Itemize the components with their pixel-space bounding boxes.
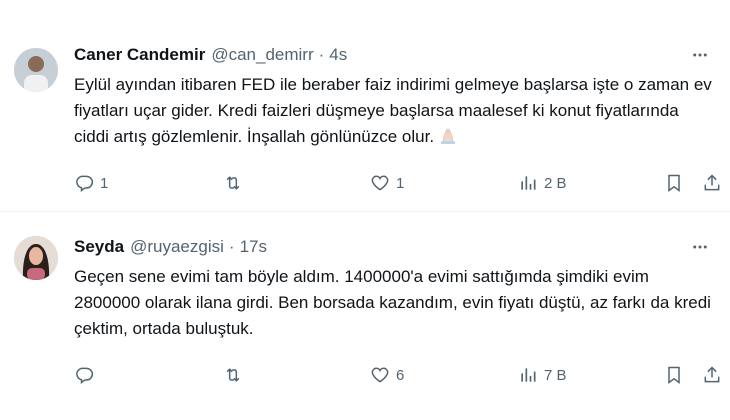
- heart-icon: [371, 367, 389, 383]
- view-count: 2 B: [544, 174, 567, 192]
- avatar-image: [14, 48, 58, 92]
- author-name[interactable]: Seyda: [74, 237, 124, 257]
- timestamp[interactable]: 4s: [329, 45, 347, 65]
- tweet-text: Geçen sene evimi tam böyle aldım. 140000…: [74, 267, 711, 338]
- separator-dot: ·: [318, 45, 325, 64]
- author-handle[interactable]: @ruyaezgisi: [130, 237, 224, 257]
- bookmark-button[interactable]: [664, 364, 684, 386]
- tweet-header: Caner Candemir @can_demirr · 4s: [74, 44, 712, 66]
- views-chart-icon: [521, 368, 536, 382]
- views-button[interactable]: 7 B: [518, 364, 567, 386]
- author-handle[interactable]: @can_demirr: [211, 45, 313, 65]
- reply-button[interactable]: [74, 364, 100, 386]
- action-bar: 6 7 B: [74, 364, 720, 386]
- more-dots-icon[interactable]: [688, 44, 712, 66]
- reply-button[interactable]: 1: [74, 172, 108, 194]
- retweet-button[interactable]: [222, 364, 250, 386]
- more-dots-icon[interactable]: [688, 236, 712, 258]
- separator-dot: ·: [228, 237, 235, 256]
- bookmark-button[interactable]: [664, 172, 684, 194]
- view-count: 7 B: [544, 366, 567, 384]
- heart-icon: [371, 175, 389, 191]
- tweet-text: Eylül ayından itibaren FED ile beraber f…: [74, 72, 714, 150]
- avatar[interactable]: [14, 48, 58, 92]
- views-chart-icon: [521, 176, 536, 190]
- tweet-2[interactable]: Seyda @ruyaezgisi · 17s Geçen sene evimi…: [0, 212, 730, 420]
- retweet-button[interactable]: [222, 172, 250, 194]
- like-button[interactable]: 1: [370, 172, 404, 194]
- reply-icon: [76, 175, 94, 192]
- bookmark-icon: [668, 174, 680, 192]
- tweet-text-content: Eylül ayından itibaren FED ile beraber f…: [74, 75, 712, 146]
- share-icon: [704, 366, 720, 383]
- share-button[interactable]: [702, 364, 722, 386]
- reply-count: 1: [100, 174, 109, 192]
- timestamp[interactable]: 17s: [240, 237, 267, 257]
- retweet-icon: [226, 368, 240, 382]
- reply-icon: [76, 367, 94, 384]
- tweet-1[interactable]: Caner Candemir @can_demirr · 4s Eylül ay…: [0, 0, 730, 212]
- author-name[interactable]: Caner Candemir: [74, 45, 205, 65]
- folded-hands-icon: [438, 127, 458, 145]
- share-icon: [704, 174, 720, 191]
- views-button[interactable]: 2 B: [518, 172, 567, 194]
- avatar[interactable]: [14, 236, 58, 280]
- like-button[interactable]: 6: [370, 364, 404, 386]
- share-button[interactable]: [702, 172, 722, 194]
- action-bar: 1 1 2 B: [74, 172, 720, 194]
- tweet-header: Seyda @ruyaezgisi · 17s: [74, 236, 712, 258]
- bookmark-icon: [668, 366, 680, 384]
- like-count: 6: [396, 366, 405, 384]
- retweet-icon: [226, 176, 240, 190]
- like-count: 1: [396, 174, 405, 192]
- avatar-image: [14, 236, 58, 280]
